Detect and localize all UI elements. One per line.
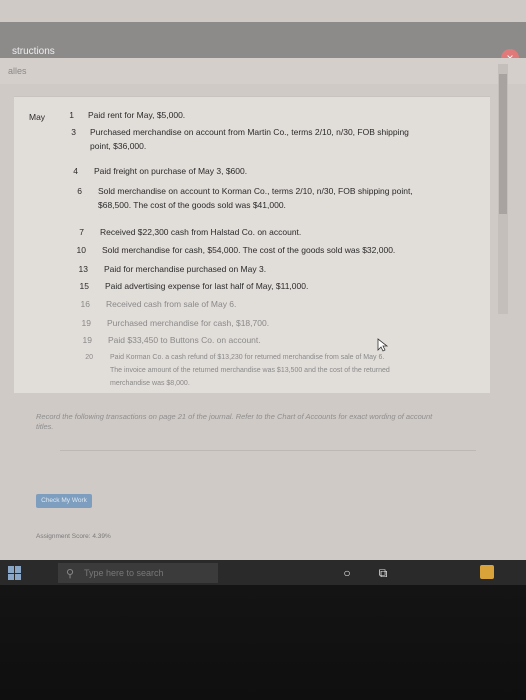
- transaction-row: 19 Paid $33,450 to Buttons Co. on accoun…: [76, 335, 261, 346]
- transaction-day: 3: [71, 127, 76, 137]
- title-bar: structions ×: [0, 22, 526, 67]
- sub-tab-bar: alles: [0, 58, 526, 84]
- instructions-line: Record the following transactions on pag…: [36, 412, 433, 421]
- scrollbar-thumb[interactable]: [499, 74, 507, 214]
- transaction-day: 10: [76, 245, 86, 255]
- transaction-row: 19 Purchased merchandise for cash, $18,7…: [75, 318, 270, 329]
- transaction-text: Purchased merchandise for cash, $18,700.: [107, 318, 270, 328]
- store-icon[interactable]: [480, 565, 494, 579]
- mouse-cursor-icon: [377, 338, 389, 352]
- instructions-line: titles.: [36, 422, 54, 431]
- search-placeholder: Type here to search: [84, 568, 164, 578]
- transaction-text: Paid $33,450 to Buttons Co. on account.: [108, 335, 261, 345]
- transaction-text: Paid advertising expense for last half o…: [105, 281, 309, 291]
- assignment-score: Assignment Score: 4.39%: [36, 533, 111, 540]
- transaction-day: 15: [79, 281, 89, 291]
- transaction-row: 13 Paid for merchandise purchased on May…: [72, 264, 267, 275]
- transaction-day: 1: [69, 110, 74, 120]
- transaction-day: 16: [80, 299, 90, 309]
- instructions-text: Record the following transactions on pag…: [36, 412, 476, 432]
- check-my-work-button[interactable]: Check My Work: [36, 494, 92, 508]
- transaction-text: merchandise was $8,000.: [110, 380, 190, 387]
- month-label: May: [29, 112, 46, 122]
- task-view-icon[interactable]: ⧉: [376, 566, 390, 580]
- scrollbar[interactable]: [498, 64, 508, 314]
- transaction-day: 7: [79, 227, 84, 237]
- transaction-day: 19: [81, 318, 91, 328]
- windows-start-icon[interactable]: [8, 566, 22, 580]
- transaction-day: 4: [73, 166, 78, 176]
- transaction-row: 3 Purchased merchandise on account from …: [60, 127, 409, 151]
- transaction-text: Received $22,300 cash from Halstad Co. o…: [100, 227, 302, 237]
- transaction-row: 7 Received $22,300 cash from Halstad Co.…: [68, 227, 301, 238]
- transaction-day: 6: [77, 186, 82, 196]
- search-icon: ⚲: [66, 568, 75, 580]
- transaction-row: 15 Paid advertising expense for last hal…: [73, 281, 309, 292]
- transaction-day: 13: [78, 264, 88, 274]
- monitor-screen: structions × alles May 1 Paid rent for M…: [0, 0, 526, 585]
- transaction-row: 16 Received cash from sale of May 6.: [74, 299, 237, 310]
- transaction-text: Paid Korman Co. a cash refund of $13,230…: [110, 354, 385, 361]
- transaction-text: Paid for merchandise purchased on May 3.: [104, 264, 267, 274]
- taskbar-search[interactable]: ⚲ Type here to search: [58, 563, 218, 583]
- transaction-text: Purchased merchandise on account from Ma…: [90, 127, 409, 137]
- transaction-row: 4 Paid freight on purchase of May 3, $60…: [62, 166, 247, 177]
- transaction-text: Received cash from sale of May 6.: [106, 299, 237, 309]
- divider: [60, 450, 476, 451]
- transaction-row: 20 Paid Korman Co. a cash refund of $13,…: [77, 353, 390, 387]
- transaction-day: 20: [85, 354, 93, 361]
- transaction-text: point, $36,000.: [90, 141, 147, 151]
- transaction-text: Paid rent for May, $5,000.: [88, 110, 186, 120]
- transaction-row: 1 Paid rent for May, $5,000.: [58, 110, 185, 121]
- windows-taskbar: ⚲ Type here to search ○ ⧉: [0, 560, 526, 585]
- transaction-text: Sold merchandise on account to Korman Co…: [98, 186, 413, 196]
- transaction-row: 6 Sold merchandise on account to Korman …: [66, 186, 412, 210]
- transaction-day: 19: [82, 335, 92, 345]
- cortana-icon[interactable]: ○: [340, 566, 354, 580]
- transaction-row: 10 Sold merchandise for cash, $54,000. T…: [70, 245, 396, 256]
- sub-tab-label[interactable]: alles: [8, 66, 27, 76]
- window-title: structions: [12, 46, 55, 57]
- transaction-text: Sold merchandise for cash, $54,000. The …: [102, 245, 396, 255]
- transaction-text: The invoice amount of the returned merch…: [110, 367, 390, 374]
- transaction-text: $68,500. The cost of the goods sold was …: [98, 200, 286, 210]
- transaction-text: Paid freight on purchase of May 3, $600.: [94, 166, 248, 176]
